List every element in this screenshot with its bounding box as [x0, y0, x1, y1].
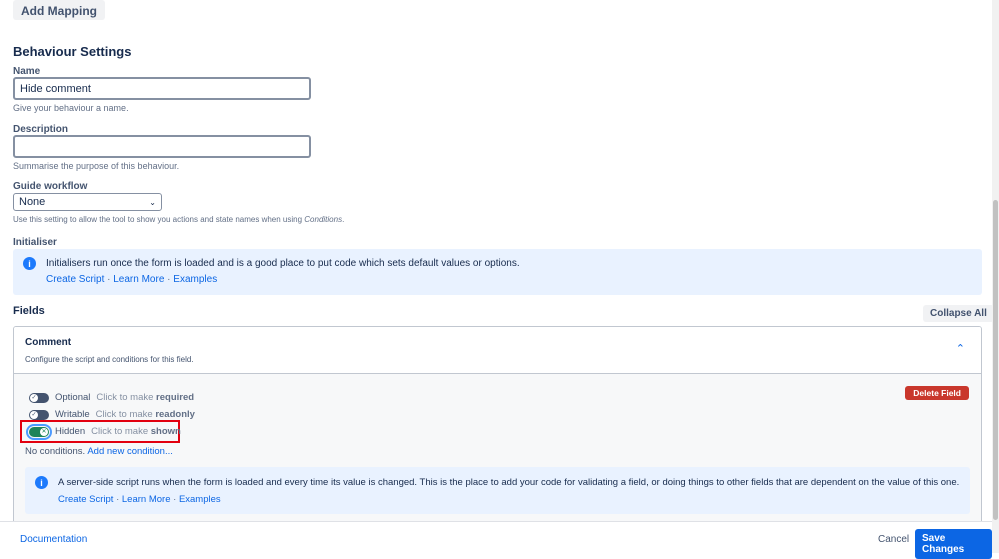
name-help: Give your behaviour a name.: [13, 103, 129, 113]
script-links: Create Script · Learn More · Examples: [58, 494, 221, 505]
scrollbar-thumb[interactable]: [993, 200, 998, 520]
chevron-up-icon[interactable]: ⌃: [956, 342, 965, 355]
add-condition-link[interactable]: Add new condition...: [87, 446, 173, 457]
section-title: Behaviour Settings: [13, 44, 132, 59]
info-icon: i: [23, 257, 36, 270]
writable-toggle[interactable]: [29, 409, 49, 420]
delete-field-button[interactable]: Delete Field: [905, 386, 969, 400]
toggle-row-writable: WritableClick to make readonly: [29, 409, 195, 420]
initialiser-links: Create Script · Learn More · Examples: [46, 274, 218, 285]
add-mapping-button[interactable]: Add Mapping: [13, 0, 105, 20]
name-value: Hide comment: [20, 82, 91, 95]
field-description: Configure the script and conditions for …: [25, 355, 194, 364]
guide-workflow-select[interactable]: None ⌄: [13, 193, 162, 211]
documentation-link[interactable]: Documentation: [20, 534, 87, 545]
initialiser-info-panel: i Initialisers run once the form is load…: [13, 249, 982, 295]
guide-workflow-help: Use this setting to allow the tool to sh…: [13, 215, 345, 224]
script-info-panel: i A server-side script runs when the for…: [25, 467, 970, 514]
hidden-toggle[interactable]: [26, 423, 52, 440]
cancel-button[interactable]: Cancel: [878, 534, 909, 545]
scrollbar[interactable]: [992, 0, 999, 553]
footer: Documentation Cancel Save Changes: [0, 521, 992, 559]
script-text: A server-side script runs when the form …: [58, 477, 960, 488]
conditions-text: No conditions. Add new condition...: [25, 446, 173, 457]
guide-workflow-value: None: [19, 196, 46, 208]
name-input[interactable]: Hide comment: [13, 77, 311, 100]
chevron-down-icon: ⌄: [149, 197, 156, 207]
description-input[interactable]: [13, 135, 311, 158]
collapse-all-button[interactable]: Collapse All: [923, 305, 994, 322]
fields-title: Fields: [13, 305, 45, 317]
field-card-header[interactable]: Comment Configure the script and conditi…: [14, 327, 981, 374]
learn-more-link[interactable]: Learn More: [113, 274, 164, 285]
examples-link[interactable]: Examples: [179, 494, 221, 505]
info-icon: i: [35, 476, 48, 489]
optional-toggle[interactable]: [29, 392, 49, 403]
initialiser-label: Initialiser: [13, 237, 57, 248]
field-name: Comment: [25, 337, 72, 348]
initialiser-text: Initialisers run once the form is loaded…: [46, 258, 520, 269]
create-script-link[interactable]: Create Script: [46, 274, 104, 285]
save-changes-button[interactable]: Save Changes: [915, 529, 992, 559]
description-label: Description: [13, 124, 69, 135]
examples-link[interactable]: Examples: [173, 274, 217, 285]
toggle-row-optional: OptionalClick to make required: [29, 392, 194, 403]
field-card-body: Delete Field OptionalClick to make requi…: [14, 374, 981, 525]
guide-workflow-label: Guide workflow: [13, 181, 88, 192]
name-label: Name: [13, 66, 41, 77]
learn-more-link[interactable]: Learn More: [122, 494, 171, 505]
field-card-comment: Comment Configure the script and conditi…: [13, 326, 982, 526]
description-help: Summarise the purpose of this behaviour.: [13, 161, 180, 171]
toggle-row-hidden: HiddenClick to make shown: [26, 423, 181, 440]
create-script-link[interactable]: Create Script: [58, 494, 113, 505]
